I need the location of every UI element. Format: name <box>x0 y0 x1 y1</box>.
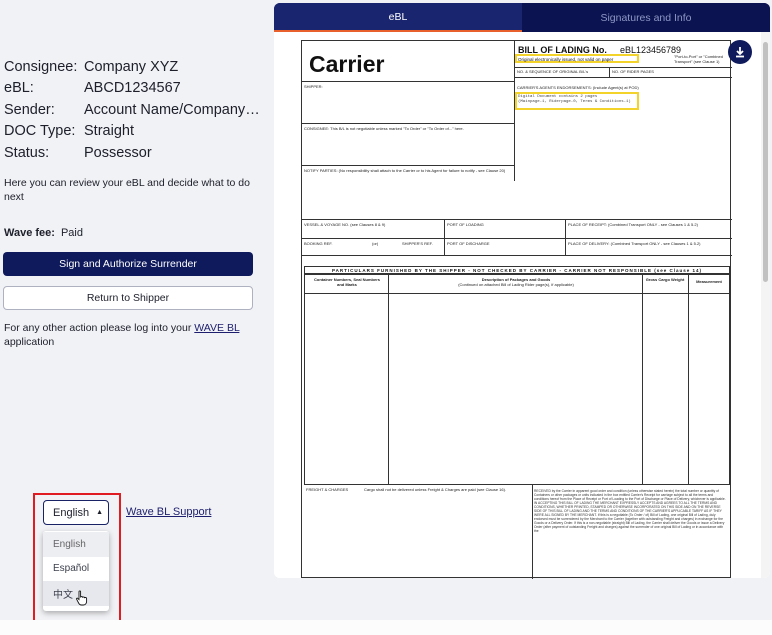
tab-ebl[interactable]: eBL <box>274 3 522 32</box>
endorsement-box: Digital Document contains 2 pages (Mainp… <box>515 92 639 110</box>
particulars-band: PARTICULARS FURNISHED BY THE SHIPPER - N… <box>304 266 730 274</box>
port-note: "Port-to-Port" or "Combined Transport" (… <box>674 54 723 64</box>
fee-label: Wave fee: <box>4 227 55 239</box>
bottom-bar <box>0 620 772 635</box>
or-label: (or) <box>372 241 379 246</box>
language-select[interactable]: English ▲ <box>43 500 109 525</box>
info-sender: Sender:Account Name/Company Name <box>4 101 260 118</box>
notify-label: NOTIFY PARTIES: (No responsibility shall… <box>304 168 506 173</box>
rider-label: NO. OF RIDER PAGES <box>612 69 654 74</box>
tab-signatures-info[interactable]: Signatures and Info <box>522 3 770 32</box>
wave-bl-support-link[interactable]: Wave BL Support <box>126 506 211 518</box>
port-loading-label: PORT OF LOADING <box>447 222 484 227</box>
info-ebl: eBL: ABCD1234567 <box>4 80 181 97</box>
language-option-english[interactable]: English <box>43 532 109 557</box>
document-info: Consignee: Company XYZ eBL: ABCD1234567 Se… <box>4 56 260 164</box>
delivery-label: PLACE OF DELIVERY: (Combined Transport O… <box>568 241 701 246</box>
review-description: Here you can review your eBL and decide … <box>4 177 250 203</box>
consignee-label: CONSIGNEE: This B/L is not negotiable un… <box>304 126 464 131</box>
sign-authorize-surrender-button[interactable]: Sign and Authorize Surrender <box>3 252 253 276</box>
col-description: Description of Packages and Goods (Contin… <box>458 277 574 287</box>
vessel-label: VESSEL & VOYAGE NO. (see Clauses 8 & 9) <box>304 222 386 227</box>
caret-up-icon: ▲ <box>96 509 104 516</box>
login-note: For any other action please log into you… <box>4 322 240 348</box>
info-doc-type: DOC Type: Straight <box>4 123 134 140</box>
wave-fee: Wave fee: Paid <box>4 227 83 239</box>
bill-of-lading-document: Carrier BILL OF LADING No. eBL123456789 … <box>301 40 732 579</box>
scrollbar-thumb[interactable] <box>763 42 768 282</box>
col-weight: Gross Cargo Weight <box>645 277 685 282</box>
col-containers: Container Numbers, Seal Numbers and Mark… <box>313 277 381 287</box>
download-icon <box>736 47 744 58</box>
freight-label: FREIGHT & CHARGES <box>306 487 349 492</box>
viewer-tabs: eBL Signatures and Info <box>274 3 770 32</box>
port-discharge-label: PORT OF DISCHARGE <box>447 241 490 246</box>
endorsements-label: CARRIER'S AGENTS ENDORSEMENTS: (Include … <box>517 85 639 90</box>
fee-value: Paid <box>60 227 83 239</box>
freight-note: Cargo shall not be delivered unless Frei… <box>364 487 507 492</box>
col-measure: Measurement <box>696 279 722 284</box>
info-consignee: Consignee: Company XYZ <box>4 58 179 75</box>
receipt-label: PLACE OF RECEIPT: (Combined Transport ON… <box>568 222 698 227</box>
return-to-shipper-button[interactable]: Return to Shipper <box>3 286 253 310</box>
original-note: Original electronically issued, not vali… <box>515 54 639 63</box>
shippers-ref-label: SHIPPER'S REF. <box>402 241 433 246</box>
language-option-espanol[interactable]: Español <box>43 557 109 582</box>
shipper-label: SHIPPER: <box>304 84 323 89</box>
left-panel: Consignee: Company XYZ eBL: ABCD1234567 Se… <box>0 0 262 635</box>
download-button[interactable] <box>728 40 752 64</box>
hand-cursor-icon <box>76 590 88 606</box>
booking-label: BOOKING REF. <box>304 241 333 246</box>
document-scrollbar[interactable] <box>761 32 770 578</box>
wave-bl-link[interactable]: WAVE BL <box>194 322 239 334</box>
info-status: Status: Possessor <box>4 144 152 161</box>
seq-label: NO. & SEQUENCE OF ORIGINAL B/L's <box>517 69 589 74</box>
carrier-name: Carrier <box>309 51 385 77</box>
terms-small-print: RECEIVED by the Carrier in apparent good… <box>534 489 726 533</box>
